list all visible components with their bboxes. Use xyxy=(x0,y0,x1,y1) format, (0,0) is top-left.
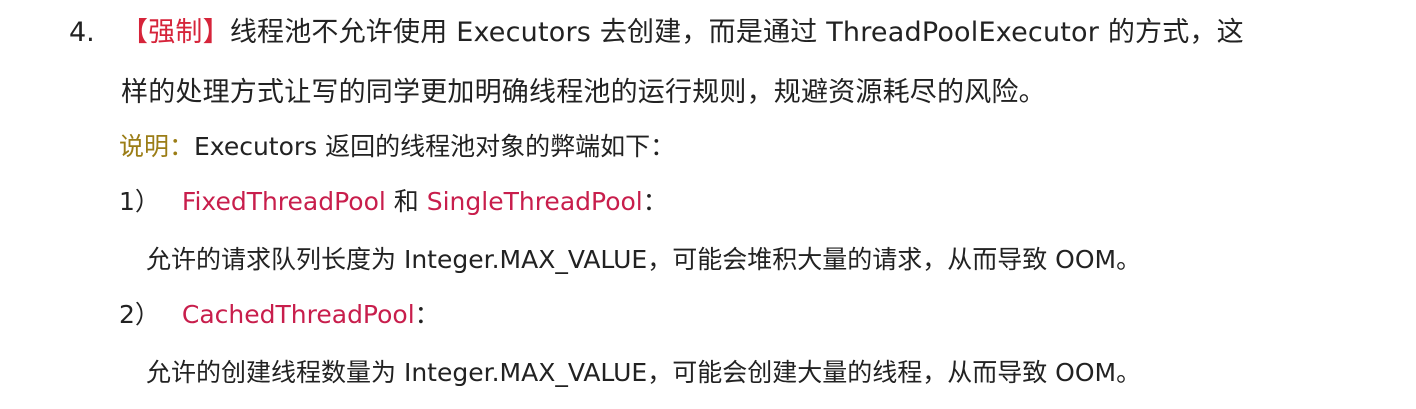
note-line: 说明：Executors 返回的线程池对象的弊端如下： xyxy=(119,134,675,159)
list-item-1-index: 1） xyxy=(119,187,160,216)
list-item-1-suffix: ： xyxy=(642,187,668,216)
rule-text-line-1: 线程池不允许使用 Executors 去创建，而是通过 ThreadPoolEx… xyxy=(229,17,1244,48)
rule-item: 4. 【强制】线程池不允许使用 Executors 去创建，而是通过 Threa… xyxy=(0,0,1416,409)
rule-line-1: 【强制】线程池不允许使用 Executors 去创建，而是通过 ThreadPo… xyxy=(121,19,1244,46)
note-text: Executors 返回的线程池对象的弊端如下： xyxy=(194,132,676,161)
note-label: 说明： xyxy=(119,132,195,161)
list-item-2-detail: 允许的创建线程数量为 Integer.MAX_VALUE，可能会创建大量的线程，… xyxy=(146,360,1141,385)
list-item-2-suffix: ： xyxy=(414,300,440,329)
list-item-2-detail-text: 允许的创建线程数量为 Integer.MAX_VALUE，可能会创建大量的线程，… xyxy=(146,358,1142,387)
document: 4. 【强制】线程池不允许使用 Executors 去创建，而是通过 Threa… xyxy=(0,0,1416,409)
rule-text-line-2: 样的处理方式让写的同学更加明确线程池的运行规则，规避资源耗尽的风险。 xyxy=(121,77,1046,108)
single-thread-pool-name: SingleThreadPool xyxy=(426,187,643,216)
list-item-1-connector: 和 xyxy=(385,187,427,216)
cached-thread-pool-name: CachedThreadPool xyxy=(181,300,415,329)
list-item-2-index: 2） xyxy=(119,300,160,329)
rule-line-2: 样的处理方式让写的同学更加明确线程池的运行规则，规避资源耗尽的风险。 xyxy=(121,79,1046,106)
list-item-2-heading: 2） CachedThreadPool： xyxy=(119,302,440,327)
rule-number: 4. xyxy=(69,17,95,48)
list-item-1-heading: 1） FixedThreadPool 和 SingleThreadPool： xyxy=(119,189,668,214)
mandatory-tag: 【强制】 xyxy=(121,17,230,48)
fixed-thread-pool-name: FixedThreadPool xyxy=(181,187,386,216)
list-item-1-detail-text: 允许的请求队列长度为 Integer.MAX_VALUE，可能会堆积大量的请求，… xyxy=(146,245,1142,274)
list-item-1-detail: 允许的请求队列长度为 Integer.MAX_VALUE，可能会堆积大量的请求，… xyxy=(146,247,1141,272)
